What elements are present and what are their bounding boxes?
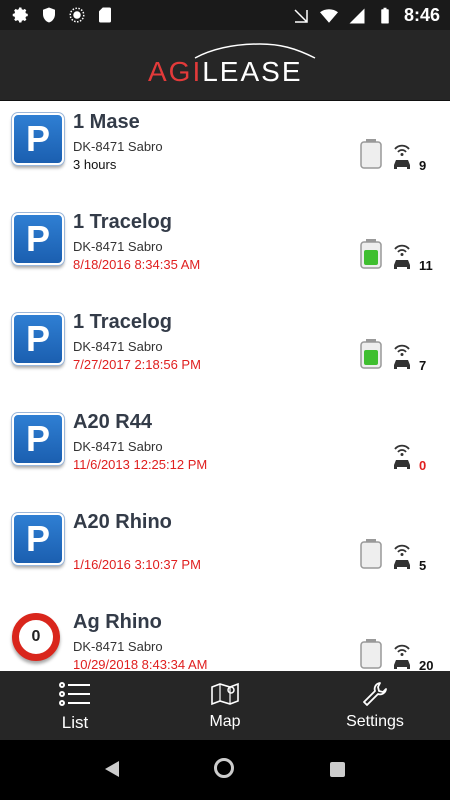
last-seen-time: 1/16/2016 3:10:37 PM [73, 557, 201, 572]
list-item[interactable]: P 1 Tracelog DK-8471 Sabro 7/27/2017 2:1… [0, 301, 450, 402]
wifi-icon [319, 8, 338, 23]
last-seen-time: 8/18/2016 8:34:35 AM [73, 257, 201, 272]
signal-count: 0 [419, 458, 427, 473]
battery-empty-icon [360, 139, 382, 169]
vehicle-signal-icon [394, 244, 410, 269]
bottom-tab-bar: List Map Settings [0, 671, 450, 740]
last-seen-time: 3 hours [73, 157, 117, 172]
list-item[interactable]: P 1 Mase DK-8471 Sabro 3 hours 9 [0, 101, 450, 202]
vehicle-signal-icon [394, 444, 410, 469]
list-item[interactable]: P 1 Tracelog DK-8471 Sabro 8/18/2016 8:3… [0, 201, 450, 302]
sync-icon [69, 7, 85, 23]
speed-sign-icon: 0 [12, 613, 60, 661]
vehicle-name: A20 Rhino [73, 511, 172, 533]
system-nav-bar [0, 740, 450, 800]
shield-icon [43, 7, 55, 23]
recent-apps-icon[interactable] [330, 762, 345, 777]
list-item[interactable]: P A20 R44 DK-8471 Sabro 11/6/2013 12:25:… [0, 401, 450, 502]
vehicle-plate: DK-8471 Sabro [73, 139, 163, 154]
gear-icon [12, 7, 28, 23]
signal-count: 7 [419, 358, 427, 373]
parking-sign-icon: P [11, 512, 65, 566]
parking-sign-icon: P [11, 112, 65, 166]
parking-sign-icon: P [11, 212, 65, 266]
parking-sign-icon: P [11, 312, 65, 366]
tab-settings[interactable]: Settings [300, 671, 450, 740]
battery-empty-icon [360, 539, 382, 569]
vehicle-name: Ag Rhino [73, 611, 162, 633]
back-icon[interactable] [104, 760, 120, 778]
tab-label: Settings [346, 713, 404, 730]
vehicle-plate: DK-8471 Sabro [73, 639, 163, 654]
vehicle-signal-icon [394, 644, 410, 669]
battery-empty-icon [360, 639, 382, 669]
list-item[interactable]: 0 Ag Rhino DK-8471 Sabro 10/29/2018 8:43… [0, 601, 450, 671]
vehicle-name: 1 Mase [73, 111, 140, 133]
vehicle-list: P 1 Mase DK-8471 Sabro 3 hours 9 P 1 Tra… [0, 101, 450, 671]
map-icon [211, 682, 239, 706]
signal-count: 5 [419, 558, 427, 573]
agilease-logo: AGILEASE [148, 56, 303, 87]
signal-count: 20 [419, 658, 434, 671]
cell-signal-icon [349, 8, 365, 23]
last-seen-time: 10/29/2018 8:43:34 AM [73, 657, 208, 671]
battery-full-icon [360, 339, 382, 369]
parking-sign-icon: P [11, 412, 65, 466]
vehicle-signal-icon [394, 344, 410, 369]
app-header: AGILEASE [0, 30, 450, 102]
signal-count: 11 [419, 258, 433, 273]
tab-map[interactable]: Map [150, 671, 300, 740]
clock: 8:46 [403, 5, 440, 25]
signal-count: 9 [419, 158, 427, 173]
vehicle-plate: DK-8471 Sabro [73, 339, 163, 354]
vehicle-plate: DK-8471 Sabro [73, 239, 163, 254]
battery-icon [381, 7, 389, 23]
vehicle-plate: DK-8471 Sabro [73, 439, 163, 454]
list-icon [59, 682, 90, 706]
list-item[interactable]: P A20 Rhino 1/16/2016 3:10:37 PM 5 [0, 501, 450, 602]
vehicle-name: A20 R44 [73, 411, 152, 433]
tab-list[interactable]: List [0, 671, 150, 740]
status-bar: 8:46 [0, 0, 450, 30]
battery-full-icon [360, 239, 382, 269]
vehicle-signal-icon [394, 544, 410, 569]
tab-label: Map [209, 713, 241, 730]
vehicle-name: 1 Tracelog [73, 211, 172, 233]
last-seen-time: 11/6/2013 12:25:12 PM [73, 457, 208, 472]
vehicle-signal-icon [394, 144, 410, 169]
home-icon[interactable] [214, 758, 234, 778]
tab-label: List [61, 713, 89, 732]
wrench-icon [363, 682, 387, 706]
sd-card-icon [99, 7, 111, 23]
last-seen-time: 7/27/2017 2:18:56 PM [73, 357, 201, 372]
signal-icon [294, 8, 308, 23]
vehicle-name: 1 Tracelog [73, 311, 172, 333]
